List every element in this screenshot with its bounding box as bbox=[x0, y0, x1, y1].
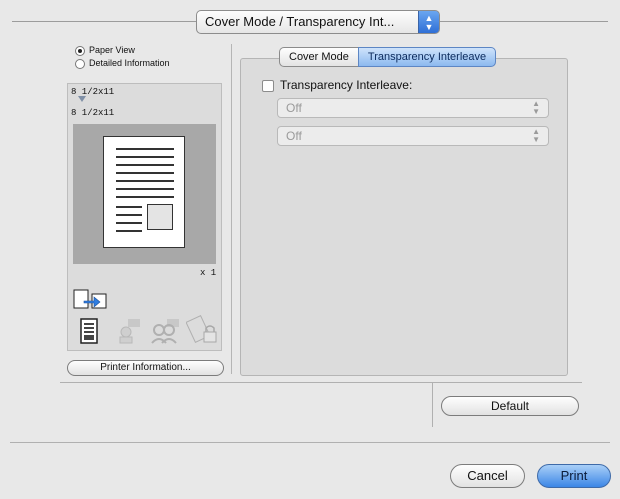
text-line bbox=[116, 214, 142, 216]
transparency-select-1[interactable]: Off ▲ ▼ bbox=[277, 98, 549, 118]
print-button[interactable]: Print bbox=[537, 464, 611, 488]
text-line bbox=[116, 148, 174, 150]
secure-print-icon bbox=[186, 314, 217, 344]
output-tray-icon bbox=[73, 289, 107, 309]
text-line bbox=[116, 172, 174, 174]
mode-popup-label: Cover Mode / Transparency Int... bbox=[205, 14, 395, 29]
text-line bbox=[116, 230, 142, 232]
text-line bbox=[116, 196, 174, 198]
transparency-select-2[interactable]: Off ▲ ▼ bbox=[277, 126, 549, 146]
stepper-arrows-icon: ▲ ▼ bbox=[532, 99, 540, 116]
image-block bbox=[147, 204, 173, 230]
content-divider bbox=[60, 382, 582, 383]
tab-bar: Cover Mode Transparency Interleave bbox=[279, 47, 497, 67]
text-line bbox=[116, 188, 174, 190]
default-divider bbox=[432, 383, 433, 427]
tab-transparency-interleave[interactable]: Transparency Interleave bbox=[357, 47, 497, 67]
paper-view-radio[interactable] bbox=[75, 46, 85, 56]
text-line bbox=[116, 156, 174, 158]
pane-divider bbox=[231, 44, 232, 374]
document-icon bbox=[80, 318, 98, 344]
detailed-information-label: Detailed Information bbox=[89, 58, 170, 68]
text-line bbox=[116, 222, 142, 224]
transparency-interleave-checkbox[interactable] bbox=[262, 80, 274, 92]
select-value: Off bbox=[286, 129, 302, 143]
copies-label: x 1 bbox=[200, 268, 217, 278]
transparency-interleave-label: Transparency Interleave: bbox=[280, 78, 413, 92]
paper-view-label: Paper View bbox=[89, 45, 135, 55]
mode-popup[interactable]: Cover Mode / Transparency Int... ▲ ▼ bbox=[196, 10, 440, 34]
text-line bbox=[116, 206, 142, 208]
text-line bbox=[116, 164, 174, 166]
footer-divider bbox=[10, 442, 610, 443]
stepper-arrows-icon: ▲ ▼ bbox=[532, 127, 540, 144]
user-icon bbox=[119, 319, 140, 344]
tab-cover-mode[interactable]: Cover Mode bbox=[279, 47, 358, 67]
detailed-information-radio[interactable] bbox=[75, 59, 85, 69]
select-value: Off bbox=[286, 101, 302, 115]
default-button[interactable]: Default bbox=[441, 396, 579, 416]
users-icon bbox=[151, 319, 179, 344]
text-line bbox=[116, 180, 174, 182]
output-size-label: 8 1/2x11 bbox=[71, 108, 115, 118]
cancel-button[interactable]: Cancel bbox=[450, 464, 525, 488]
down-arrow-icon bbox=[78, 96, 86, 102]
printer-information-button[interactable]: Printer Information... bbox=[67, 360, 224, 376]
popup-stepper-icon: ▲ ▼ bbox=[418, 11, 439, 33]
